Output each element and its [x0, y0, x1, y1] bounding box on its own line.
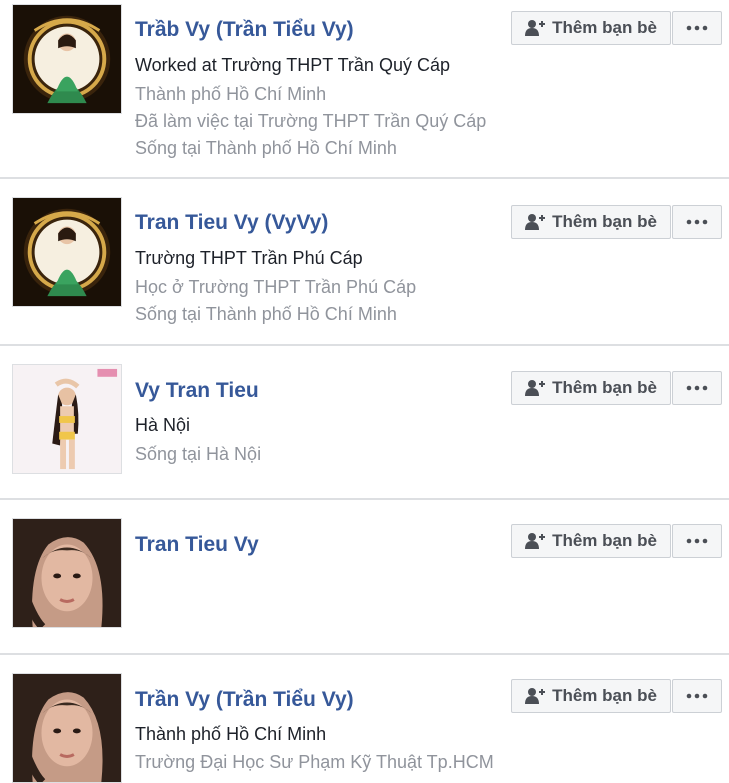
info-line: Sống tại Hà Nội	[135, 444, 262, 464]
info-line: Sống tại Thành phố Hồ Chí Minh	[135, 304, 397, 324]
info-line: Sống tại Thành phố Hồ Chí Minh	[135, 138, 397, 158]
search-result-row: Vy Tran Tieu Hà Nội Sống tại Hà Nội Thêm…	[0, 346, 729, 498]
search-result-row: Tran Tieu Vy Thêm bạn bè	[0, 500, 729, 653]
avatar-image	[13, 674, 121, 782]
info-line: Thành phố Hồ Chí Minh	[135, 724, 327, 744]
add-friend-label: Thêm bạn bè	[552, 378, 657, 397]
more-options-button[interactable]	[672, 205, 722, 239]
profile-name-link[interactable]: Tran Tieu Vy	[135, 533, 259, 557]
avatar-image	[13, 5, 121, 113]
search-result-row: Trần Vy (Trần Tiểu Vy) Thành phố Hồ Chí …	[0, 655, 729, 783]
add-friend-button[interactable]: Thêm bạn bè	[511, 679, 671, 713]
add-friend-icon	[525, 214, 546, 230]
add-friend-icon	[525, 533, 546, 549]
info-line: Thành phố Hồ Chí Minh	[135, 84, 327, 104]
more-options-button[interactable]	[672, 524, 722, 558]
info-line: Trường Đại Học Sư Phạm Kỹ Thuật Tp.HCM	[135, 752, 494, 772]
profile-name-link[interactable]: Vy Tran Tieu	[135, 379, 259, 403]
profile-avatar[interactable]	[12, 364, 122, 474]
add-friend-button[interactable]: Thêm bạn bè	[511, 11, 671, 45]
profile-avatar[interactable]	[12, 518, 122, 628]
more-options-icon	[686, 693, 708, 699]
profile-avatar[interactable]	[12, 673, 122, 783]
profile-name-link[interactable]: Trầb Vy (Trần Tiểu Vy)	[135, 18, 354, 42]
add-friend-button[interactable]: Thêm bạn bè	[511, 524, 671, 558]
add-friend-label: Thêm bạn bè	[552, 18, 657, 37]
more-options-icon	[686, 219, 708, 225]
profile-avatar[interactable]	[12, 197, 122, 307]
add-friend-icon	[525, 20, 546, 36]
add-friend-label: Thêm bạn bè	[552, 212, 657, 231]
add-friend-button[interactable]: Thêm bạn bè	[511, 205, 671, 239]
info-line: Hà Nội	[135, 415, 191, 435]
profile-avatar[interactable]	[12, 4, 122, 114]
add-friend-button[interactable]: Thêm bạn bè	[511, 371, 671, 405]
avatar-image	[13, 365, 121, 473]
add-friend-label: Thêm bạn bè	[552, 531, 657, 550]
search-result-row: Trầb Vy (Trần Tiểu Vy) Worked at Trường …	[0, 0, 729, 177]
more-options-button[interactable]	[672, 679, 722, 713]
info-line: Đã làm việc tại Trường THPT Trần Quý Cáp	[135, 111, 487, 131]
profile-name-link[interactable]: Trần Vy (Trần Tiểu Vy)	[135, 688, 354, 712]
more-options-icon	[686, 538, 708, 544]
info-line: Học ở Trường THPT Trần Phú Cáp	[135, 277, 417, 297]
more-options-icon	[686, 385, 708, 391]
more-options-button[interactable]	[672, 11, 722, 45]
avatar-image	[13, 519, 121, 627]
add-friend-icon	[525, 380, 546, 396]
search-result-row: Tran Tieu Vy (VyVy) Trường THPT Trần Phú…	[0, 179, 729, 344]
info-line: Worked at Trường THPT Trần Quý Cáp	[135, 55, 450, 75]
add-friend-icon	[525, 688, 546, 704]
profile-name-link[interactable]: Tran Tieu Vy (VyVy)	[135, 211, 328, 235]
more-options-button[interactable]	[672, 371, 722, 405]
avatar-image	[13, 198, 121, 306]
more-options-icon	[686, 25, 708, 31]
add-friend-label: Thêm bạn bè	[552, 686, 657, 705]
info-line: Trường THPT Trần Phú Cáp	[135, 248, 363, 268]
